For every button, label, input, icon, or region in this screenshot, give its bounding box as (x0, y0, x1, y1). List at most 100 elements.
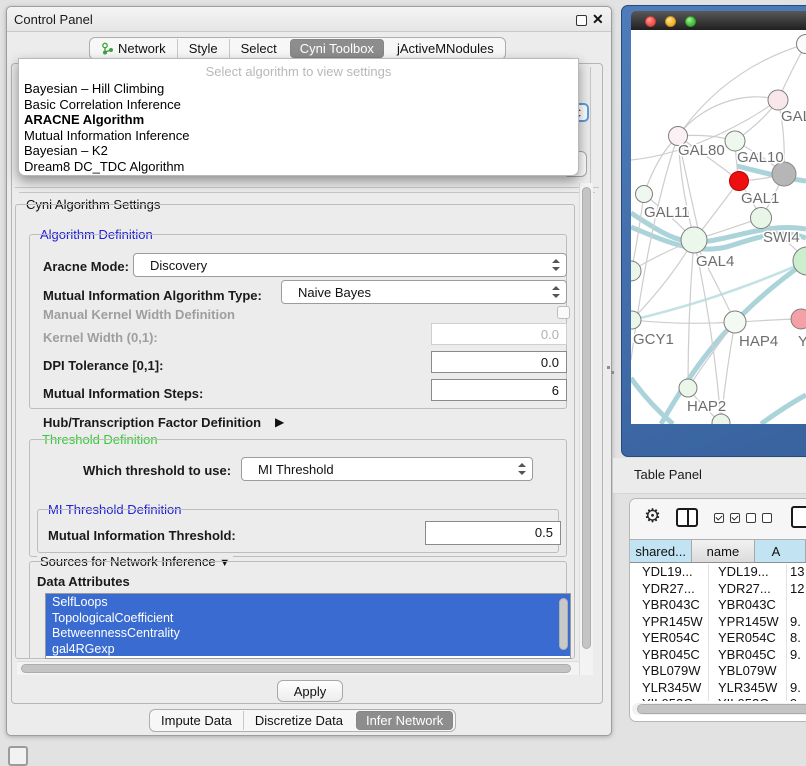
dpi-tolerance-label: DPI Tolerance [0,1]: (43, 358, 163, 373)
column-header[interactable]: shared... (630, 540, 692, 562)
table-row[interactable]: YPR145WYPR145W9. (630, 614, 806, 631)
algorithm-item[interactable]: Basic Correlation Inference (19, 97, 578, 113)
network-edge (661, 261, 806, 424)
attribute-item[interactable]: SelfLoops (46, 594, 570, 610)
manual-kernel-checkbox[interactable] (557, 306, 570, 319)
attribute-item[interactable]: TopologicalCoefficient (46, 610, 570, 626)
table-row[interactable]: YBL079WYBL079W (630, 663, 806, 680)
algorithm-item[interactable]: Bayesian – Hill Climbing (19, 81, 578, 97)
panel-splitter-handle[interactable] (607, 366, 615, 376)
column-header[interactable]: A (755, 540, 806, 562)
tab-infer-network[interactable]: Infer Network (356, 711, 453, 730)
collapsed-panel-button[interactable] (8, 746, 28, 766)
settings-hscroll-track[interactable] (17, 661, 579, 675)
node-bottom[interactable] (712, 414, 730, 424)
table-cell: 13 (790, 564, 804, 579)
table-hscroll-thumb[interactable] (637, 704, 806, 714)
deselect-all-checkboxes-icon[interactable] (746, 513, 772, 524)
table-cell: 9. (790, 647, 801, 662)
apply-button[interactable]: Apply (277, 680, 343, 702)
node-pink-right[interactable] (791, 309, 806, 329)
dpi-tolerance-input[interactable]: 0.0 (431, 351, 567, 373)
table-cell: YBR043C (718, 597, 776, 612)
table-row[interactable]: YIL052CYIL052C9 (630, 696, 806, 701)
kernel-width-label: Kernel Width (0,1): (43, 330, 158, 345)
node-hap2[interactable] (679, 379, 697, 397)
tab-label: Style (189, 41, 218, 56)
aracne-mode-select[interactable]: Discovery (133, 253, 567, 277)
partial-toolbar-icon[interactable] (791, 506, 806, 528)
network-graph[interactable]: GALGAL80GAL10GAL1GAL11SWI4GAL4GCY1HAP4YH… (631, 30, 806, 424)
gear-icon[interactable]: ⚙ (644, 505, 661, 528)
data-attributes-list[interactable]: SelfLoopsTopologicalCoefficientBetweenne… (45, 593, 571, 659)
tab-discretize-data[interactable]: Discretize Data (243, 711, 354, 730)
table-row[interactable]: YDL19...YDL19...13 (630, 564, 806, 581)
table-row[interactable]: YBR045CYBR045C9. (630, 647, 806, 664)
which-threshold-value: MI Threshold (258, 462, 334, 477)
close-traffic-light[interactable] (645, 16, 656, 27)
algorithm-list: Bayesian – Hill ClimbingBasic Correlatio… (19, 81, 578, 174)
node-gal-top-label: GAL (781, 108, 806, 125)
hidden-panel-edge (19, 192, 595, 193)
node-top-right[interactable] (797, 35, 806, 54)
node-gal1[interactable] (730, 172, 749, 191)
algorithm-item[interactable]: Mutual Information Inference (19, 128, 578, 144)
table-cell: YDR27... (718, 581, 771, 596)
node-gal10[interactable] (725, 131, 745, 151)
table-cell: YPR145W (642, 614, 703, 629)
node-gal11[interactable] (636, 186, 653, 203)
network-edge (688, 240, 694, 388)
table-cell: 8. (790, 630, 801, 645)
node-gcy1[interactable] (631, 311, 641, 329)
settings-vscroll-thumb[interactable] (582, 187, 591, 649)
tab-cyni-toolbox[interactable]: Cyni Toolbox (290, 39, 384, 58)
tab-label: Network (118, 41, 166, 56)
table-row[interactable]: YLR345WYLR345W9. (630, 680, 806, 697)
minimize-traffic-light[interactable] (665, 16, 676, 27)
which-threshold-select[interactable]: MI Threshold (241, 457, 533, 481)
network-canvas[interactable]: GALGAL80GAL10GAL1GAL11SWI4GAL4GCY1HAP4YH… (631, 30, 806, 424)
mi-steps-label: Mutual Information Steps: (43, 386, 203, 401)
attribute-item[interactable]: gal4RGexp (46, 641, 570, 657)
node-gal-top[interactable] (768, 90, 788, 110)
table-hscroll-track[interactable] (632, 703, 806, 715)
table-row[interactable]: YDR27...YDR27...12 (630, 581, 806, 598)
columns-icon[interactable] (676, 508, 698, 527)
network-window-titlebar[interactable] (631, 11, 806, 30)
node-gcy1-label: GCY1 (633, 331, 674, 348)
tab-select[interactable]: Select (229, 39, 288, 58)
node-gal11-label: GAL11 (644, 204, 690, 221)
tab-impute-data[interactable]: Impute Data (150, 711, 243, 730)
table-cell: YBR045C (642, 647, 700, 662)
control-panel-titlebar[interactable]: Control Panel ✕ (7, 7, 611, 32)
node-gal4[interactable] (681, 227, 707, 253)
close-icon[interactable]: ✕ (592, 11, 604, 28)
algorithm-item[interactable]: Bayesian – K2 (19, 143, 578, 159)
list-scrollbar-thumb[interactable] (559, 598, 568, 650)
tab-network[interactable]: Network (90, 39, 177, 58)
tab-jactivemnodules[interactable]: jActiveMNodules (386, 39, 505, 58)
mi-threshold-input[interactable]: 0.5 (425, 521, 561, 545)
node-hap4[interactable] (724, 311, 746, 333)
table-toolbar: ⚙ (630, 499, 806, 539)
mi-type-select[interactable]: Naive Bayes (281, 280, 567, 304)
algorithm-item[interactable]: ARACNE Algorithm (19, 112, 578, 128)
settings-vscroll-track[interactable] (579, 183, 593, 675)
mi-steps-input[interactable]: 6 (431, 379, 567, 401)
attribute-item[interactable]: BetweennessCentrality (46, 625, 570, 641)
table-row[interactable]: YBR043CYBR043C (630, 597, 806, 614)
kernel-width-input[interactable]: 0.0 (431, 323, 567, 345)
algorithm-item[interactable]: Dream8 DC_TDC Algorithm (19, 159, 578, 175)
node-swi4[interactable] (751, 208, 772, 229)
select-all-checkboxes-icon[interactable] (714, 513, 740, 524)
network-edge (688, 322, 735, 388)
settings-hscroll-thumb[interactable] (21, 664, 571, 673)
node-left-sliver[interactable] (631, 261, 641, 281)
float-window-icon[interactable] (576, 15, 587, 26)
expand-right-icon[interactable]: ▶ (275, 415, 284, 429)
zoom-traffic-light[interactable] (685, 16, 696, 27)
table-row[interactable]: YER054CYER054C8. (630, 630, 806, 647)
column-header[interactable]: name (692, 540, 754, 562)
node-hap4-label: HAP4 (739, 333, 778, 350)
tab-style[interactable]: Style (177, 39, 229, 58)
